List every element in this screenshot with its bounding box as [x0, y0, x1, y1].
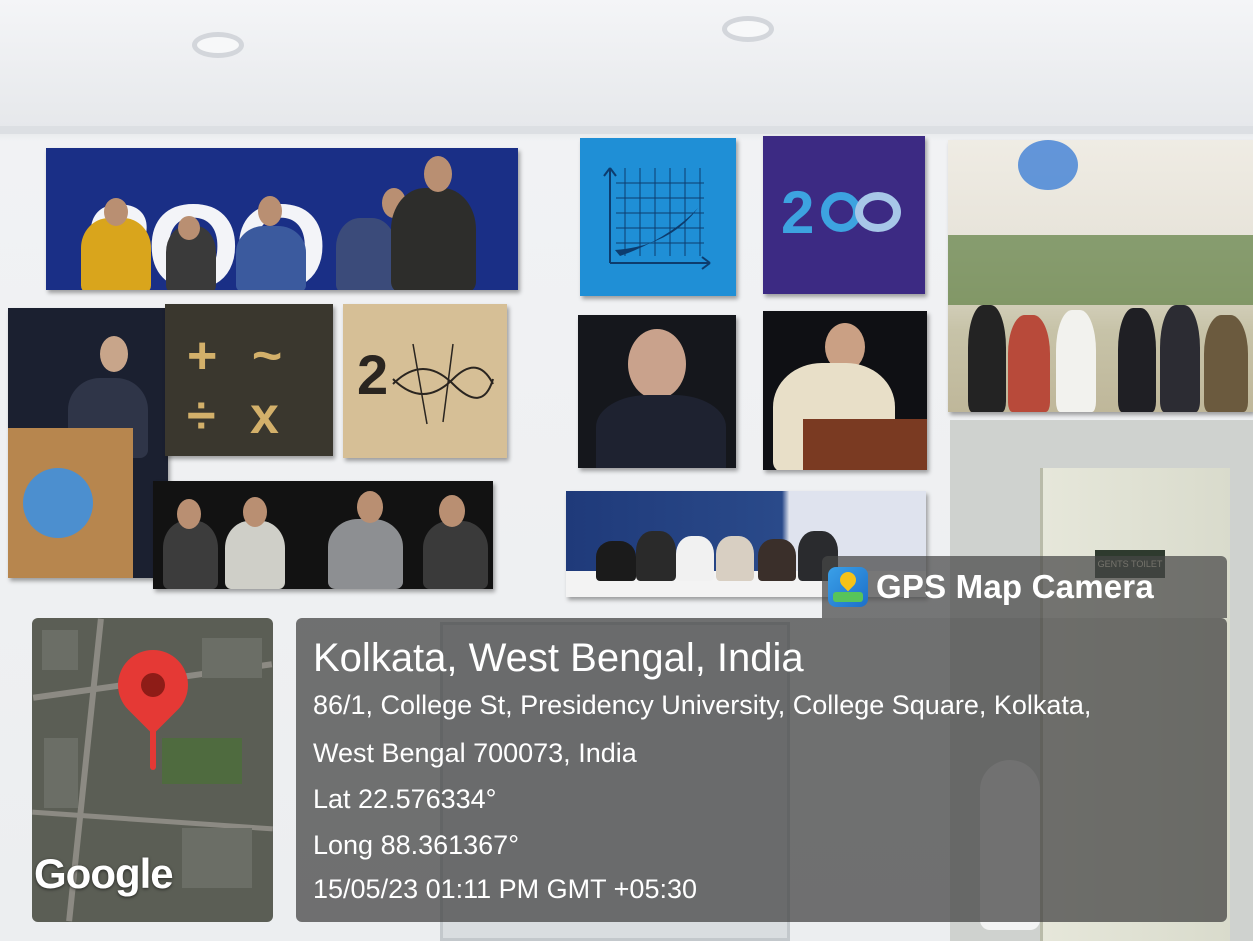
person — [716, 536, 754, 581]
logo-panel: 2 — [763, 136, 925, 294]
trees — [948, 235, 1253, 305]
location-info-panel: Kolkata, West Bengal, India 86/1, Colleg… — [296, 618, 1227, 922]
address-line-1: 86/1, College St, Presidency University,… — [313, 690, 1092, 720]
podium-photo — [8, 308, 168, 578]
banner-photo: 2OO — [46, 148, 518, 290]
beige-logo-panel: 2 — [343, 304, 507, 458]
person-head — [628, 329, 686, 399]
person — [1056, 310, 1096, 412]
person-head — [243, 497, 267, 527]
person-head — [424, 156, 452, 192]
map-block — [182, 828, 252, 888]
longitude: Long 88.361367° — [313, 830, 519, 860]
person — [81, 218, 151, 290]
app-name: GPS Map Camera — [876, 568, 1154, 605]
person — [758, 539, 796, 581]
person — [1118, 308, 1156, 412]
group-photo — [153, 481, 493, 589]
person — [328, 519, 403, 589]
person-head — [104, 198, 128, 226]
person — [391, 188, 476, 290]
ceiling-light — [722, 16, 774, 42]
location-title: Kolkata, West Bengal, India — [313, 636, 804, 680]
person-head — [100, 336, 128, 372]
person — [596, 395, 726, 468]
person-head — [178, 216, 200, 240]
person — [636, 531, 676, 581]
portrait-photo — [578, 315, 736, 468]
person-head — [258, 196, 282, 226]
person — [163, 521, 218, 589]
person — [225, 521, 285, 589]
graph-panel — [580, 138, 736, 296]
balloons — [1018, 140, 1078, 190]
location-pin-tail — [150, 718, 156, 770]
person — [968, 305, 1006, 412]
person — [336, 218, 396, 290]
gps-camera-badge: GPS Map Camera — [822, 556, 1227, 618]
crowd-photo — [948, 140, 1253, 412]
person — [423, 521, 488, 589]
map-block — [42, 630, 78, 670]
map-camera-icon — [828, 567, 868, 607]
dna-illustration — [392, 343, 494, 425]
latitude: Lat 22.576334° — [313, 784, 497, 814]
podium-emblem — [23, 468, 93, 538]
person — [1160, 305, 1200, 412]
map-block — [44, 738, 78, 808]
logo-panel-text: 2 — [781, 179, 814, 246]
speaker-photo — [763, 311, 927, 470]
person-head — [439, 495, 465, 527]
map-park — [162, 738, 242, 784]
address-line-2: West Bengal 700073, India — [313, 738, 637, 768]
map-block — [202, 638, 262, 678]
person — [1008, 315, 1050, 412]
location-map-thumbnail: Google — [32, 618, 273, 922]
graph-illustration — [603, 167, 711, 270]
math-panel: + ~ ÷ x — [165, 304, 333, 456]
person — [676, 536, 714, 581]
math-symbols: + ~ ÷ x — [187, 327, 283, 445]
map-provider-logo: Google — [34, 850, 174, 897]
ceiling-light — [192, 32, 244, 58]
person — [1204, 315, 1248, 412]
person-head — [357, 491, 383, 523]
logo-ring — [855, 192, 901, 232]
ceiling-edge — [0, 126, 1253, 134]
person — [596, 541, 636, 581]
person — [236, 226, 306, 290]
lectern — [803, 419, 927, 470]
ceiling — [0, 0, 1253, 128]
timestamp: 15/05/23 01:11 PM GMT +05:30 — [313, 874, 697, 904]
photo-scene: 2OO 2 — [0, 0, 1253, 941]
person-head — [177, 499, 201, 529]
